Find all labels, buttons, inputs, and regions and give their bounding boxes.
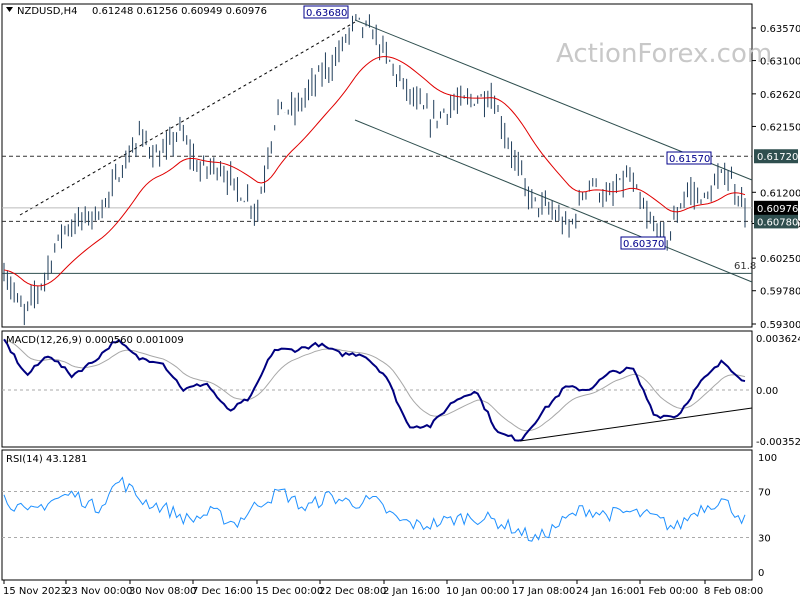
y-tick-label: 0.59780 <box>760 287 800 298</box>
price-label: 0.60780 <box>757 217 798 228</box>
price-label: 0.61720 <box>757 152 798 163</box>
y-tick-label: 0.62150 <box>760 122 800 133</box>
x-tick-label: 15 Dec 00:00 <box>256 586 323 597</box>
channel-lower-line <box>354 119 753 283</box>
y-tick-label: 0.62620 <box>760 90 800 101</box>
x-tick-label: 1 Feb 00:00 <box>639 586 698 597</box>
panel-frames <box>1 3 753 581</box>
y-tick-label: 0.61200 <box>760 188 800 199</box>
x-tick-label: 15 Nov 2023 <box>3 586 67 597</box>
y-tick-label: 0.63100 <box>760 57 800 68</box>
x-tick-label: 2 Jan 16:00 <box>383 586 440 597</box>
y-tick-label: 100 <box>758 453 777 464</box>
ohlc-values: 0.61248 0.61256 0.60949 0.60976 <box>92 6 267 17</box>
x-tick-label: 17 Jan 08:00 <box>512 586 575 597</box>
chart-canvas[interactable]: ActionForex.com 0.63570 0.63100 0.62620 0.6… <box>0 0 800 600</box>
uptrend-line <box>19 21 356 216</box>
y-tick-label: 0 <box>758 568 764 579</box>
annotation-label: 0.63680 <box>306 8 347 19</box>
macd-trend-line <box>519 407 753 442</box>
watermark: ActionForex.com <box>556 39 772 69</box>
macd-panel[interactable]: 0.003624 0.00 -0.003525 <box>2 334 800 448</box>
collapse-triangle-icon[interactable] <box>6 7 13 12</box>
symbol-label: NZDUSD,H4 <box>17 6 77 17</box>
annotation-label: 0.60370 <box>623 239 664 250</box>
x-tick-label: 30 Nov 08:00 <box>129 586 196 597</box>
chart-window[interactable]: ActionForex.com 0.63570 0.63100 0.62620 0.6… <box>0 0 800 600</box>
rsi-title: RSI(14) 43.1281 <box>6 454 87 465</box>
rsi-line <box>3 476 746 542</box>
rsi-panel[interactable]: 100 70 30 0 <box>2 453 777 579</box>
x-tick-label: 8 Feb 08:00 <box>704 586 763 597</box>
y-tick-label: 30 <box>758 534 771 545</box>
y-tick-label: 0.59300 <box>760 320 800 331</box>
x-tick-label: 10 Jan 00:00 <box>446 586 509 597</box>
x-tick-label: 22 Dec 08:00 <box>319 586 386 597</box>
x-tick-label: 7 Dec 16:00 <box>192 586 253 597</box>
x-tick-label: 23 Nov 00:00 <box>65 586 132 597</box>
macd-signal-line <box>3 339 746 432</box>
y-tick-label: 0.00 <box>756 386 778 397</box>
y-tick-label: 70 <box>758 488 771 499</box>
y-tick-label: 0.63570 <box>760 24 800 35</box>
y-tick-label: 0.60250 <box>760 254 800 265</box>
annotation-label: 0.61570 <box>669 154 710 165</box>
moving-average-line <box>3 56 746 287</box>
x-tick-label: 24 Jan 16:00 <box>576 586 639 597</box>
annotation-label: 61.8 <box>734 261 756 272</box>
time-axis: 15 Nov 202323 Nov 00:0030 Nov 08:007 Dec… <box>3 580 763 597</box>
price-label: 0.60976 <box>757 204 798 215</box>
y-tick-label: -0.003525 <box>756 437 800 448</box>
macd-title: MACD(12,26,9) 0.000560 0.001009 <box>6 335 184 346</box>
y-tick-label: 0.003624 <box>756 334 800 345</box>
